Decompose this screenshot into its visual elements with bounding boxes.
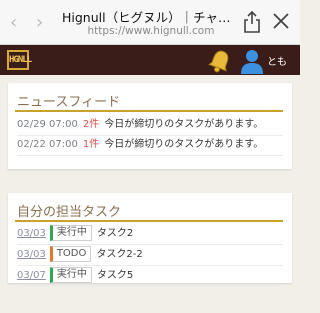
news-item[interactable]: 02/29 07:00 2件 今日が締切りのタスクがあります。 (17, 116, 283, 136)
task-due-date[interactable]: 03/03 (17, 249, 46, 260)
user-name[interactable]: とも (267, 53, 287, 68)
status-badge: 実行中 (49, 225, 92, 241)
task-row[interactable]: 03/07 実行中 タスク5 (17, 266, 283, 287)
news-item[interactable]: 02/22 07:00 1件 今日が締切りのタスクがあります。 (17, 136, 283, 156)
browser-page-title: Hignull（ヒグヌル）｜チャットで業務管理 (62, 10, 240, 25)
news-message: 今日が締切りのタスクがあります。 (104, 139, 264, 150)
status-badge: 実行中 (49, 267, 92, 283)
task-due-date[interactable]: 03/03 (17, 228, 46, 239)
title-divider (15, 110, 283, 112)
news-date: 02/29 07:00 (17, 119, 78, 130)
task-due-date[interactable]: 03/07 (17, 270, 46, 281)
back-arrow-icon[interactable]: ‹ (10, 12, 17, 33)
status-badge: TODO (49, 246, 92, 262)
task-name[interactable]: タスク2-2 (96, 249, 142, 260)
task-name[interactable]: タスク2 (97, 228, 133, 239)
task-row[interactable]: 03/03 TODO タスク2-2 (17, 245, 283, 266)
share-icon[interactable] (242, 10, 262, 34)
forward-arrow-icon[interactable]: › (36, 12, 43, 33)
news-feed-title: ニュースフィード (17, 95, 121, 110)
app-header: HGNLL とも (0, 45, 300, 75)
title-divider (15, 220, 283, 222)
task-row[interactable]: 03/03 実行中 タスク2 (17, 224, 283, 245)
news-feed-card: ニュースフィード 02/29 07:00 2件 今日が締切りのタスクがあります。 0… (8, 83, 292, 169)
news-date: 02/22 07:00 (17, 139, 78, 150)
bell-icon[interactable] (207, 48, 233, 74)
my-tasks-card: 自分の担当タスク 03/03 実行中 タスク2 03/03 TODO タスク2-2 03… (8, 193, 292, 287)
close-icon[interactable] (272, 12, 290, 30)
news-count: 2件 (82, 119, 100, 130)
my-tasks-title: 自分の担当タスク (17, 205, 122, 220)
user-avatar-icon[interactable] (240, 48, 264, 74)
news-message: 今日が締切りのタスクがあります。 (104, 119, 264, 130)
browser-url[interactable]: https://www.hignull.com (62, 25, 240, 37)
hignull-logo[interactable]: HGNLL (7, 50, 32, 70)
browser-toolbar: ‹ › Hignull（ヒグヌル）｜チャットで業務管理 https://www.… (0, 0, 300, 45)
news-count: 1件 (82, 139, 100, 150)
task-name[interactable]: タスク5 (97, 270, 133, 281)
